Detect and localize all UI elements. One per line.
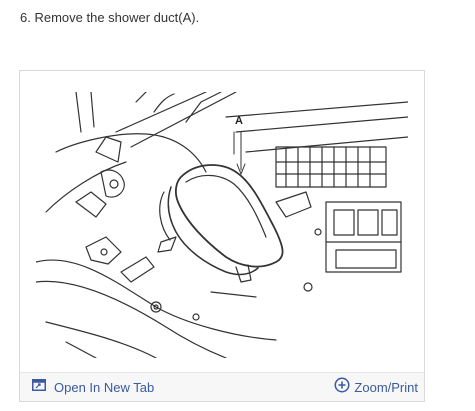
zoom-print-label: Zoom/Print (354, 379, 418, 395)
figure-toolbar: Open In New Tab Zoom/Print (20, 372, 424, 401)
zoom-plus-icon (334, 377, 350, 398)
open-in-new-tab-label: Open In New Tab (54, 379, 155, 395)
step-instruction: 6. Remove the shower duct(A). (20, 10, 200, 25)
shower-duct-illustration[interactable]: A (36, 92, 408, 358)
external-tab-icon (32, 378, 46, 396)
callout-label-a: A (235, 115, 243, 127)
zoom-print-link[interactable]: Zoom/Print (334, 377, 418, 397)
open-in-new-tab-link[interactable]: Open In New Tab (32, 377, 154, 397)
